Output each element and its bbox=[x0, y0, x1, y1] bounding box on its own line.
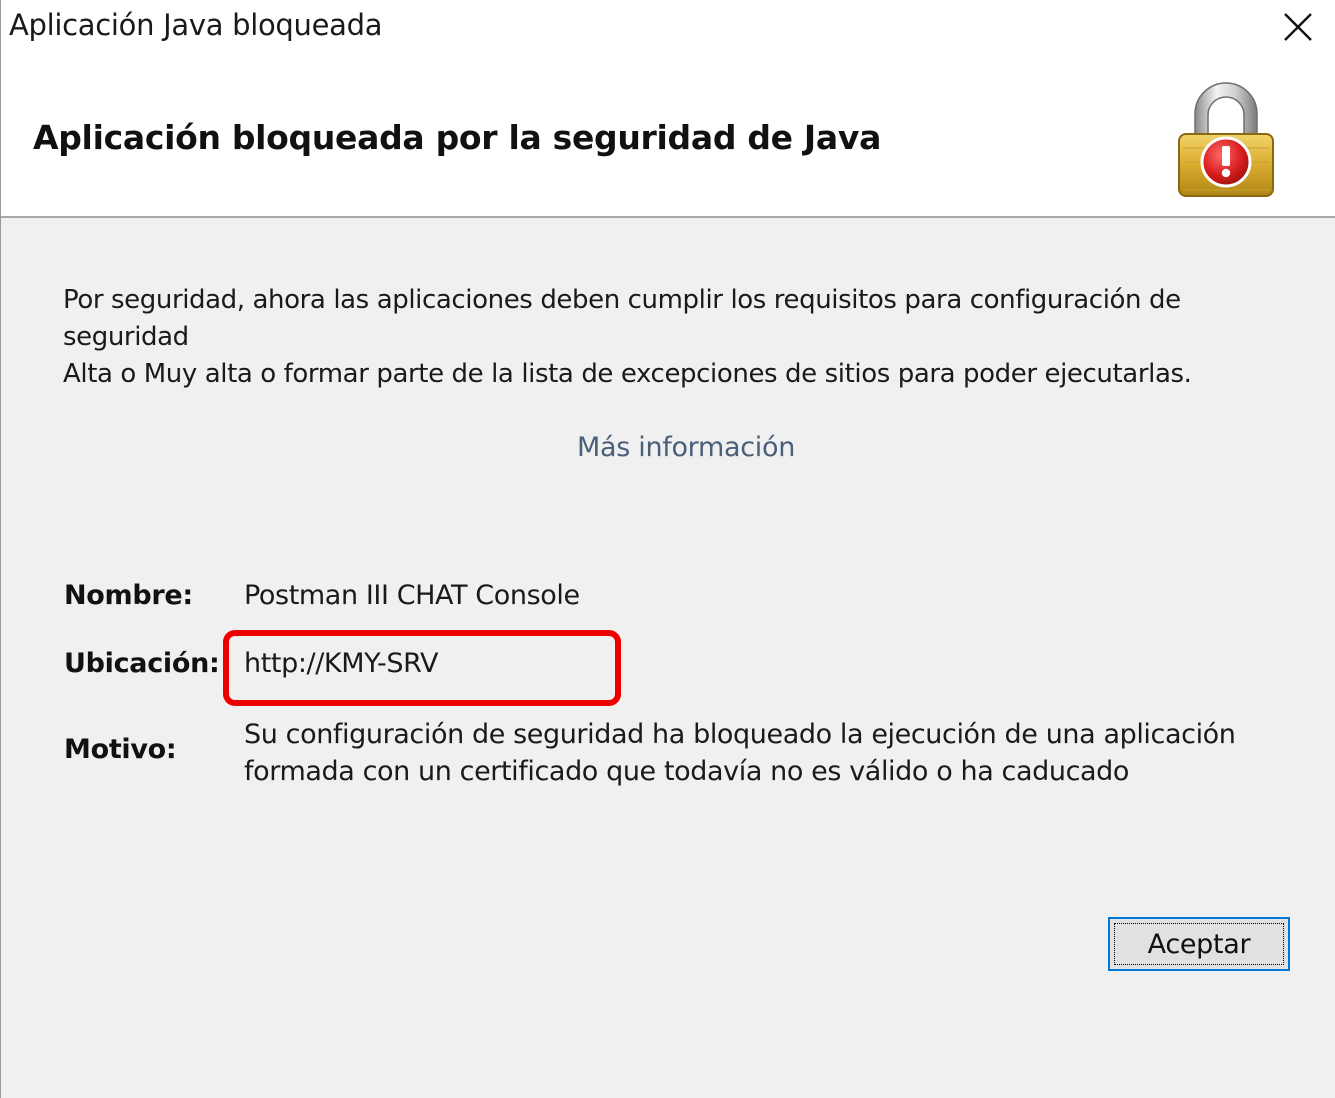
padlock-warning-icon bbox=[1178, 82, 1274, 197]
name-value: Postman III CHAT Console bbox=[244, 580, 580, 611]
security-message: Por seguridad, ahora las aplicaciones de… bbox=[63, 282, 1308, 393]
reason-value: Su configuración de seguridad ha bloquea… bbox=[244, 716, 1244, 790]
accept-button[interactable]: Aceptar bbox=[1108, 917, 1290, 971]
location-value: http://KMY-SRV bbox=[244, 648, 439, 679]
reason-line-2: formada con un certificado que todavía n… bbox=[244, 756, 1130, 787]
close-button[interactable] bbox=[1275, 6, 1321, 48]
message-line-2: Alta o Muy alta o formar parte de la lis… bbox=[63, 359, 1192, 389]
java-blocked-dialog: Aplicación Java bloqueada Aplicación blo… bbox=[0, 0, 1335, 1098]
more-info-link[interactable]: Más información bbox=[1, 432, 1335, 463]
reason-line-1: Su configuración de seguridad ha bloquea… bbox=[244, 719, 1236, 750]
accept-button-label: Aceptar bbox=[1147, 928, 1251, 960]
message-line-1: Por seguridad, ahora las aplicaciones de… bbox=[63, 285, 1181, 352]
location-label: Ubicación: bbox=[64, 648, 220, 679]
name-label: Nombre: bbox=[64, 580, 193, 611]
window-title: Aplicación Java bloqueada bbox=[9, 8, 383, 42]
header-panel: Aplicación bloqueada por la seguridad de… bbox=[1, 56, 1335, 218]
header-title: Aplicación bloqueada por la seguridad de… bbox=[33, 118, 882, 157]
close-icon bbox=[1284, 13, 1312, 41]
reason-label: Motivo: bbox=[64, 734, 177, 765]
title-bar: Aplicación Java bloqueada bbox=[1, 0, 1335, 56]
